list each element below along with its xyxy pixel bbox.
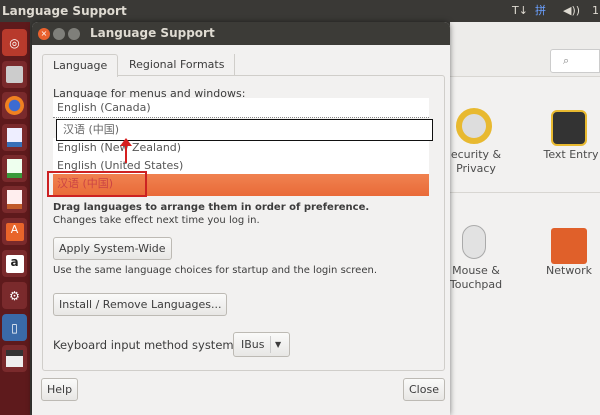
apply-system-wide-button[interactable]: Apply System-Wide (53, 237, 172, 260)
arrow-head-icon (120, 138, 132, 146)
input-method-icon[interactable]: 拼 (535, 0, 546, 22)
drag-preview[interactable]: 汉语 (中国) (56, 119, 433, 141)
tab-regional-formats[interactable]: Regional Formats (119, 54, 236, 76)
input-method-value: IBus (241, 338, 265, 351)
search-icon[interactable]: ⌕ (550, 49, 600, 73)
dialog-title: Language Support (90, 26, 215, 40)
close-button[interactable]: Close (403, 378, 445, 401)
tab-language[interactable]: Language (42, 54, 119, 77)
settings-item-text-entry[interactable]: Text Entry (531, 148, 600, 162)
mouse-icon[interactable] (462, 225, 486, 259)
system-settings-icon[interactable]: ⚙ (2, 282, 27, 309)
drag-hint: Drag languages to arrange them in order … (53, 202, 370, 213)
chevron-down-icon: ▼ (275, 340, 282, 349)
files-icon[interactable] (2, 61, 27, 88)
amazon-icon[interactable]: a (2, 250, 27, 277)
maximize-window-icon[interactable] (68, 28, 80, 40)
volume-icon[interactable]: ◀)) (563, 0, 580, 22)
language-support-icon[interactable]: ▯ (2, 314, 27, 341)
divider (450, 192, 600, 193)
system-settings-window (450, 22, 600, 415)
apply-note: Use the same language choices for startu… (53, 265, 377, 276)
ubuntu-dash-icon[interactable]: ◎ (2, 29, 27, 56)
settings-item-network[interactable]: Network (529, 264, 600, 278)
firefox-icon[interactable] (2, 92, 27, 119)
changes-note: Changes take effect next time you log in… (53, 215, 260, 226)
help-button[interactable]: Help (41, 378, 79, 401)
language-support-dialog: Language Support × Language Regional For… (32, 22, 450, 415)
list-item[interactable]: English (Canada) (53, 98, 429, 118)
security-privacy-icon[interactable] (456, 108, 492, 144)
impress-icon[interactable] (2, 186, 27, 213)
minimize-window-icon[interactable] (53, 28, 65, 40)
calc-icon[interactable] (2, 155, 27, 182)
software-center-icon[interactable]: A (2, 218, 27, 245)
title-bar: Language Support (32, 22, 450, 45)
clock[interactable]: 1 (592, 0, 599, 22)
install-remove-languages-button[interactable]: Install / Remove Languages... (53, 293, 228, 316)
writer-icon[interactable] (2, 124, 27, 151)
text-entry-icon[interactable] (551, 110, 587, 146)
active-app-title: Language Support (2, 4, 127, 18)
input-method-select[interactable]: IBus ▼ (233, 332, 290, 357)
input-method-label: Keyboard input method system: (53, 338, 238, 352)
save-icon[interactable] (2, 345, 27, 372)
annotation-box (47, 171, 147, 197)
list-item[interactable]: English (New Zealand) (53, 138, 429, 158)
keyboard-indicator-icon[interactable]: T↓ (512, 0, 528, 22)
network-icon[interactable] (551, 228, 587, 264)
top-panel: Language Support (0, 0, 600, 22)
close-window-icon[interactable]: × (38, 28, 50, 40)
launcher: ◎ A a ⚙ ▯ (0, 22, 30, 415)
